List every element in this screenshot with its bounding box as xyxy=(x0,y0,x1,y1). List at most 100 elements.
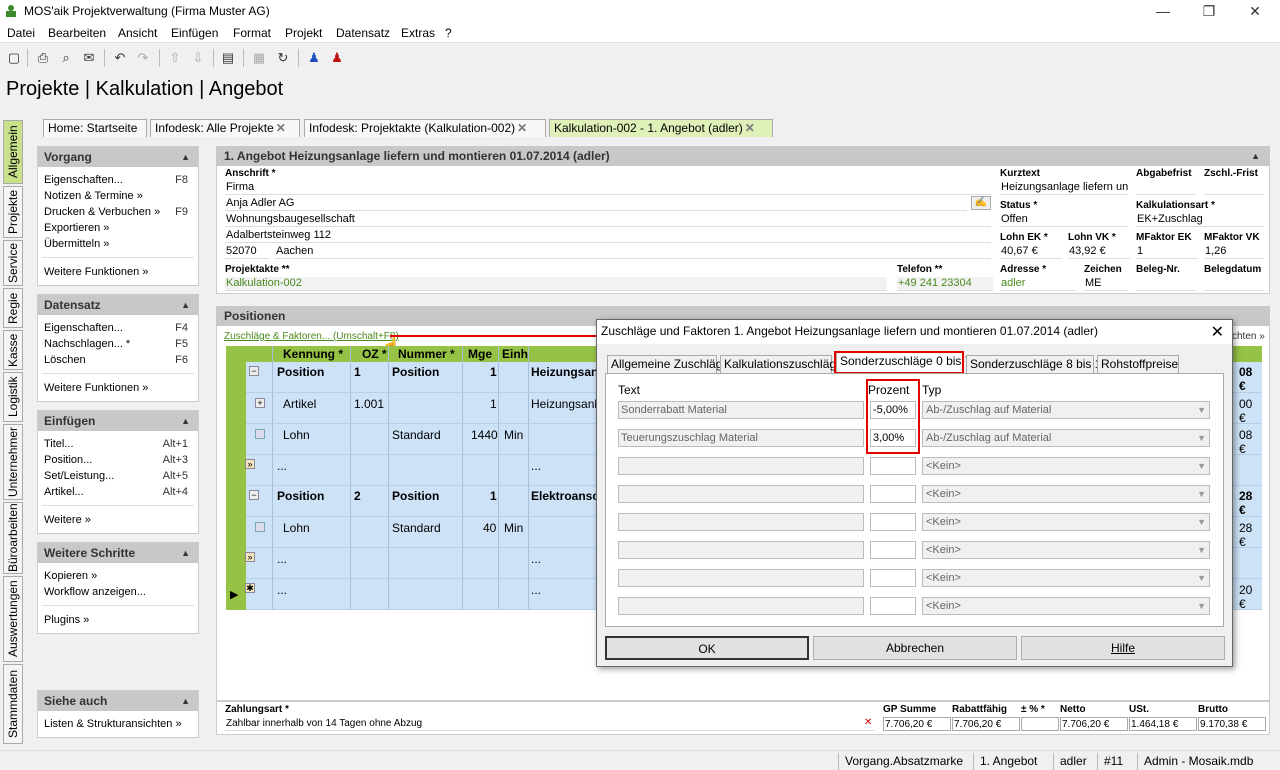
new-document-icon[interactable]: ▢ xyxy=(5,49,23,67)
tab-kalkulation-angebot[interactable]: Kalkulation-002 - 1. Angebot (adler) ✕ xyxy=(549,119,773,137)
zuschlag-typ-5[interactable]: <Kein> ▼ xyxy=(922,513,1210,531)
collapse-icon[interactable]: ▲ xyxy=(181,411,190,431)
tab-alle-projekte[interactable]: Infodesk: Alle Projekte ✕ xyxy=(150,119,300,137)
dialog-tab-sonder-8-15[interactable]: Sonderzuschläge 8 bis 15 xyxy=(966,355,1108,373)
side-tab-regie[interactable]: Regie xyxy=(3,288,23,328)
ort-field[interactable]: Aachen xyxy=(275,245,991,259)
lohn-vk-field[interactable]: 43,92 € xyxy=(1068,245,1130,259)
zuschlag-prozent-6[interactable] xyxy=(870,541,916,559)
side-tab-projekte[interactable]: Projekte xyxy=(3,186,23,238)
panel-siehe-title[interactable]: Siehe auch ▲ xyxy=(38,691,198,711)
zuschlag-text-8[interactable] xyxy=(618,597,864,615)
col-mge[interactable]: Mge xyxy=(468,347,492,361)
dialog-tab-kalkulation[interactable]: Kalkulationszuschläge xyxy=(720,355,843,373)
clear-icon[interactable]: ✕ xyxy=(864,717,872,728)
schritte-workflow[interactable]: Workflow anzeigen... xyxy=(44,586,146,598)
zahlungsart-field[interactable]: Zahlbar innerhalb von 14 Tagen ohne Abzu… xyxy=(225,717,875,731)
vorgang-eigenschaften[interactable]: Eigenschaften... xyxy=(44,174,123,186)
undo-icon[interactable]: ↶ xyxy=(111,49,129,67)
zuschlag-prozent-3[interactable] xyxy=(870,457,916,475)
status-field[interactable]: Offen xyxy=(1000,213,1128,227)
new-row-icon[interactable]: ✱ xyxy=(245,583,255,593)
chevron-down-icon[interactable]: ▼ xyxy=(1197,570,1206,586)
collapse-row-icon[interactable]: − xyxy=(249,366,259,376)
datensatz-loeschen[interactable]: Löschen xyxy=(44,354,86,366)
einfuegen-set-leistung[interactable]: Set/Leistung... xyxy=(44,470,114,482)
abbrechen-button[interactable]: Abbrechen xyxy=(813,636,1017,660)
close-tab-icon[interactable]: ✕ xyxy=(745,121,755,135)
zuschlag-text-2[interactable]: Teuerungszuschlag Material xyxy=(618,429,864,447)
zuschlaege-link[interactable]: Zuschläge & Faktoren... (Umschalt+F8) xyxy=(224,331,399,342)
address-line-4[interactable]: Adalbertsteinweg 112 xyxy=(225,229,991,243)
hilfe-button[interactable]: Hilfe xyxy=(1021,636,1225,660)
datensatz-weitere-funktionen[interactable]: Weitere Funktionen » xyxy=(44,382,148,394)
vorgang-notizen[interactable]: Notizen & Termine » xyxy=(44,190,143,202)
abgabefrist-field[interactable] xyxy=(1136,181,1196,195)
einfuegen-titel[interactable]: Titel... xyxy=(44,438,74,450)
zuschlag-prozent-8[interactable] xyxy=(870,597,916,615)
einfuegen-position[interactable]: Position... xyxy=(44,454,92,466)
signature-icon[interactable]: ✍ xyxy=(971,196,991,210)
collapse-icon[interactable]: ▲ xyxy=(181,691,190,711)
zuschlag-text-3[interactable] xyxy=(618,457,864,475)
print-icon[interactable]: ⎙ xyxy=(34,49,52,67)
kurztext-field[interactable]: Heizungsanlage liefern und xyxy=(1000,181,1128,195)
vorgang-drucken[interactable]: Drucken & Verbuchen » xyxy=(44,206,160,218)
panel-datensatz-title[interactable]: Datensatz ▲ xyxy=(38,295,198,315)
ok-button[interactable]: OK xyxy=(605,636,809,660)
col-nummer[interactable]: Nummer * xyxy=(398,347,455,361)
collapse-icon[interactable]: ▲ xyxy=(181,543,190,563)
belegdatum-field[interactable] xyxy=(1204,277,1264,291)
side-tab-logistik[interactable]: Logistik xyxy=(3,372,23,422)
zuschlag-text-7[interactable] xyxy=(618,569,864,587)
panel-vorgang-title[interactable]: Vorgang ▲ xyxy=(38,147,198,167)
maximize-button[interactable]: ❐ xyxy=(1186,0,1232,22)
lohn-ek-field[interactable]: 40,67 € xyxy=(1000,245,1062,259)
side-tab-auswertungen[interactable]: Auswertungen xyxy=(3,576,23,662)
panel-schritte-title[interactable]: Weitere Schritte ▲ xyxy=(38,543,198,563)
collapse-row-icon[interactable]: − xyxy=(249,490,259,500)
menu-format[interactable]: Format xyxy=(233,26,271,40)
address-line-3[interactable]: Wohnungsbaugesellschaft xyxy=(225,213,991,227)
user-blue-icon[interactable]: ♟ xyxy=(305,49,323,67)
plz-field[interactable]: 52070 xyxy=(225,245,269,259)
zuschlag-text-5[interactable] xyxy=(618,513,864,531)
side-tab-kasse[interactable]: Kasse xyxy=(3,330,23,370)
dialog-tab-rohstoffpreise[interactable]: Rohstoffpreise xyxy=(1097,355,1179,373)
zuschlag-prozent-4[interactable] xyxy=(870,485,916,503)
vorgang-exportieren[interactable]: Exportieren » xyxy=(44,222,109,234)
email-icon[interactable]: ✉ xyxy=(80,49,98,67)
zuschlag-typ-2[interactable]: Ab-/Zuschlag auf Material ▼ xyxy=(922,429,1210,447)
user-red-icon[interactable]: ♟ xyxy=(328,49,346,67)
menu-projekt[interactable]: Projekt xyxy=(285,26,322,40)
new-row-icon[interactable]: » xyxy=(245,552,255,562)
chevron-down-icon[interactable]: ▼ xyxy=(1197,514,1206,530)
einfuegen-artikel[interactable]: Artikel... xyxy=(44,486,84,498)
address-line-1[interactable]: Firma xyxy=(225,181,991,195)
zuschlag-prozent-7[interactable] xyxy=(870,569,916,587)
chevron-down-icon[interactable]: ▼ xyxy=(1197,598,1206,614)
collapse-icon[interactable]: ▲ xyxy=(181,295,190,315)
side-tab-bueroarbeiten[interactable]: Büroarbeiten xyxy=(3,502,23,574)
prozent-value[interactable] xyxy=(1021,717,1059,731)
einfuegen-weitere[interactable]: Weitere » xyxy=(44,514,91,526)
dialog-close-icon[interactable]: ✕ xyxy=(1211,322,1224,342)
zuschlag-typ-8[interactable]: <Kein> ▼ xyxy=(922,597,1210,615)
chevron-down-icon[interactable]: ▼ xyxy=(1197,542,1206,558)
zuschlag-text-4[interactable] xyxy=(618,485,864,503)
zuschlag-typ-6[interactable]: <Kein> ▼ xyxy=(922,541,1210,559)
telefon-field[interactable]: +49 241 23304 xyxy=(897,277,993,291)
menu-help[interactable]: ? xyxy=(445,26,452,40)
siehe-listen[interactable]: Listen & Strukturansichten » xyxy=(44,718,182,730)
address-line-2[interactable]: Anja Adler AG xyxy=(225,197,967,211)
tab-home[interactable]: Home: Startseite xyxy=(43,119,147,137)
adresse-field[interactable]: adler xyxy=(1000,277,1076,291)
minimize-button[interactable]: — xyxy=(1140,0,1186,22)
close-tab-icon[interactable]: ✕ xyxy=(517,121,527,135)
zuschlag-typ-3[interactable]: <Kein> ▼ xyxy=(922,457,1210,475)
redo-icon[interactable]: ↷ xyxy=(134,49,152,67)
menu-datensatz[interactable]: Datensatz xyxy=(336,26,390,40)
zuschlag-text-1[interactable]: Sonderrabatt Material xyxy=(618,401,864,419)
zuschlag-typ-1[interactable]: Ab-/Zuschlag auf Material ▼ xyxy=(922,401,1210,419)
zuschlag-typ-4[interactable]: <Kein> ▼ xyxy=(922,485,1210,503)
